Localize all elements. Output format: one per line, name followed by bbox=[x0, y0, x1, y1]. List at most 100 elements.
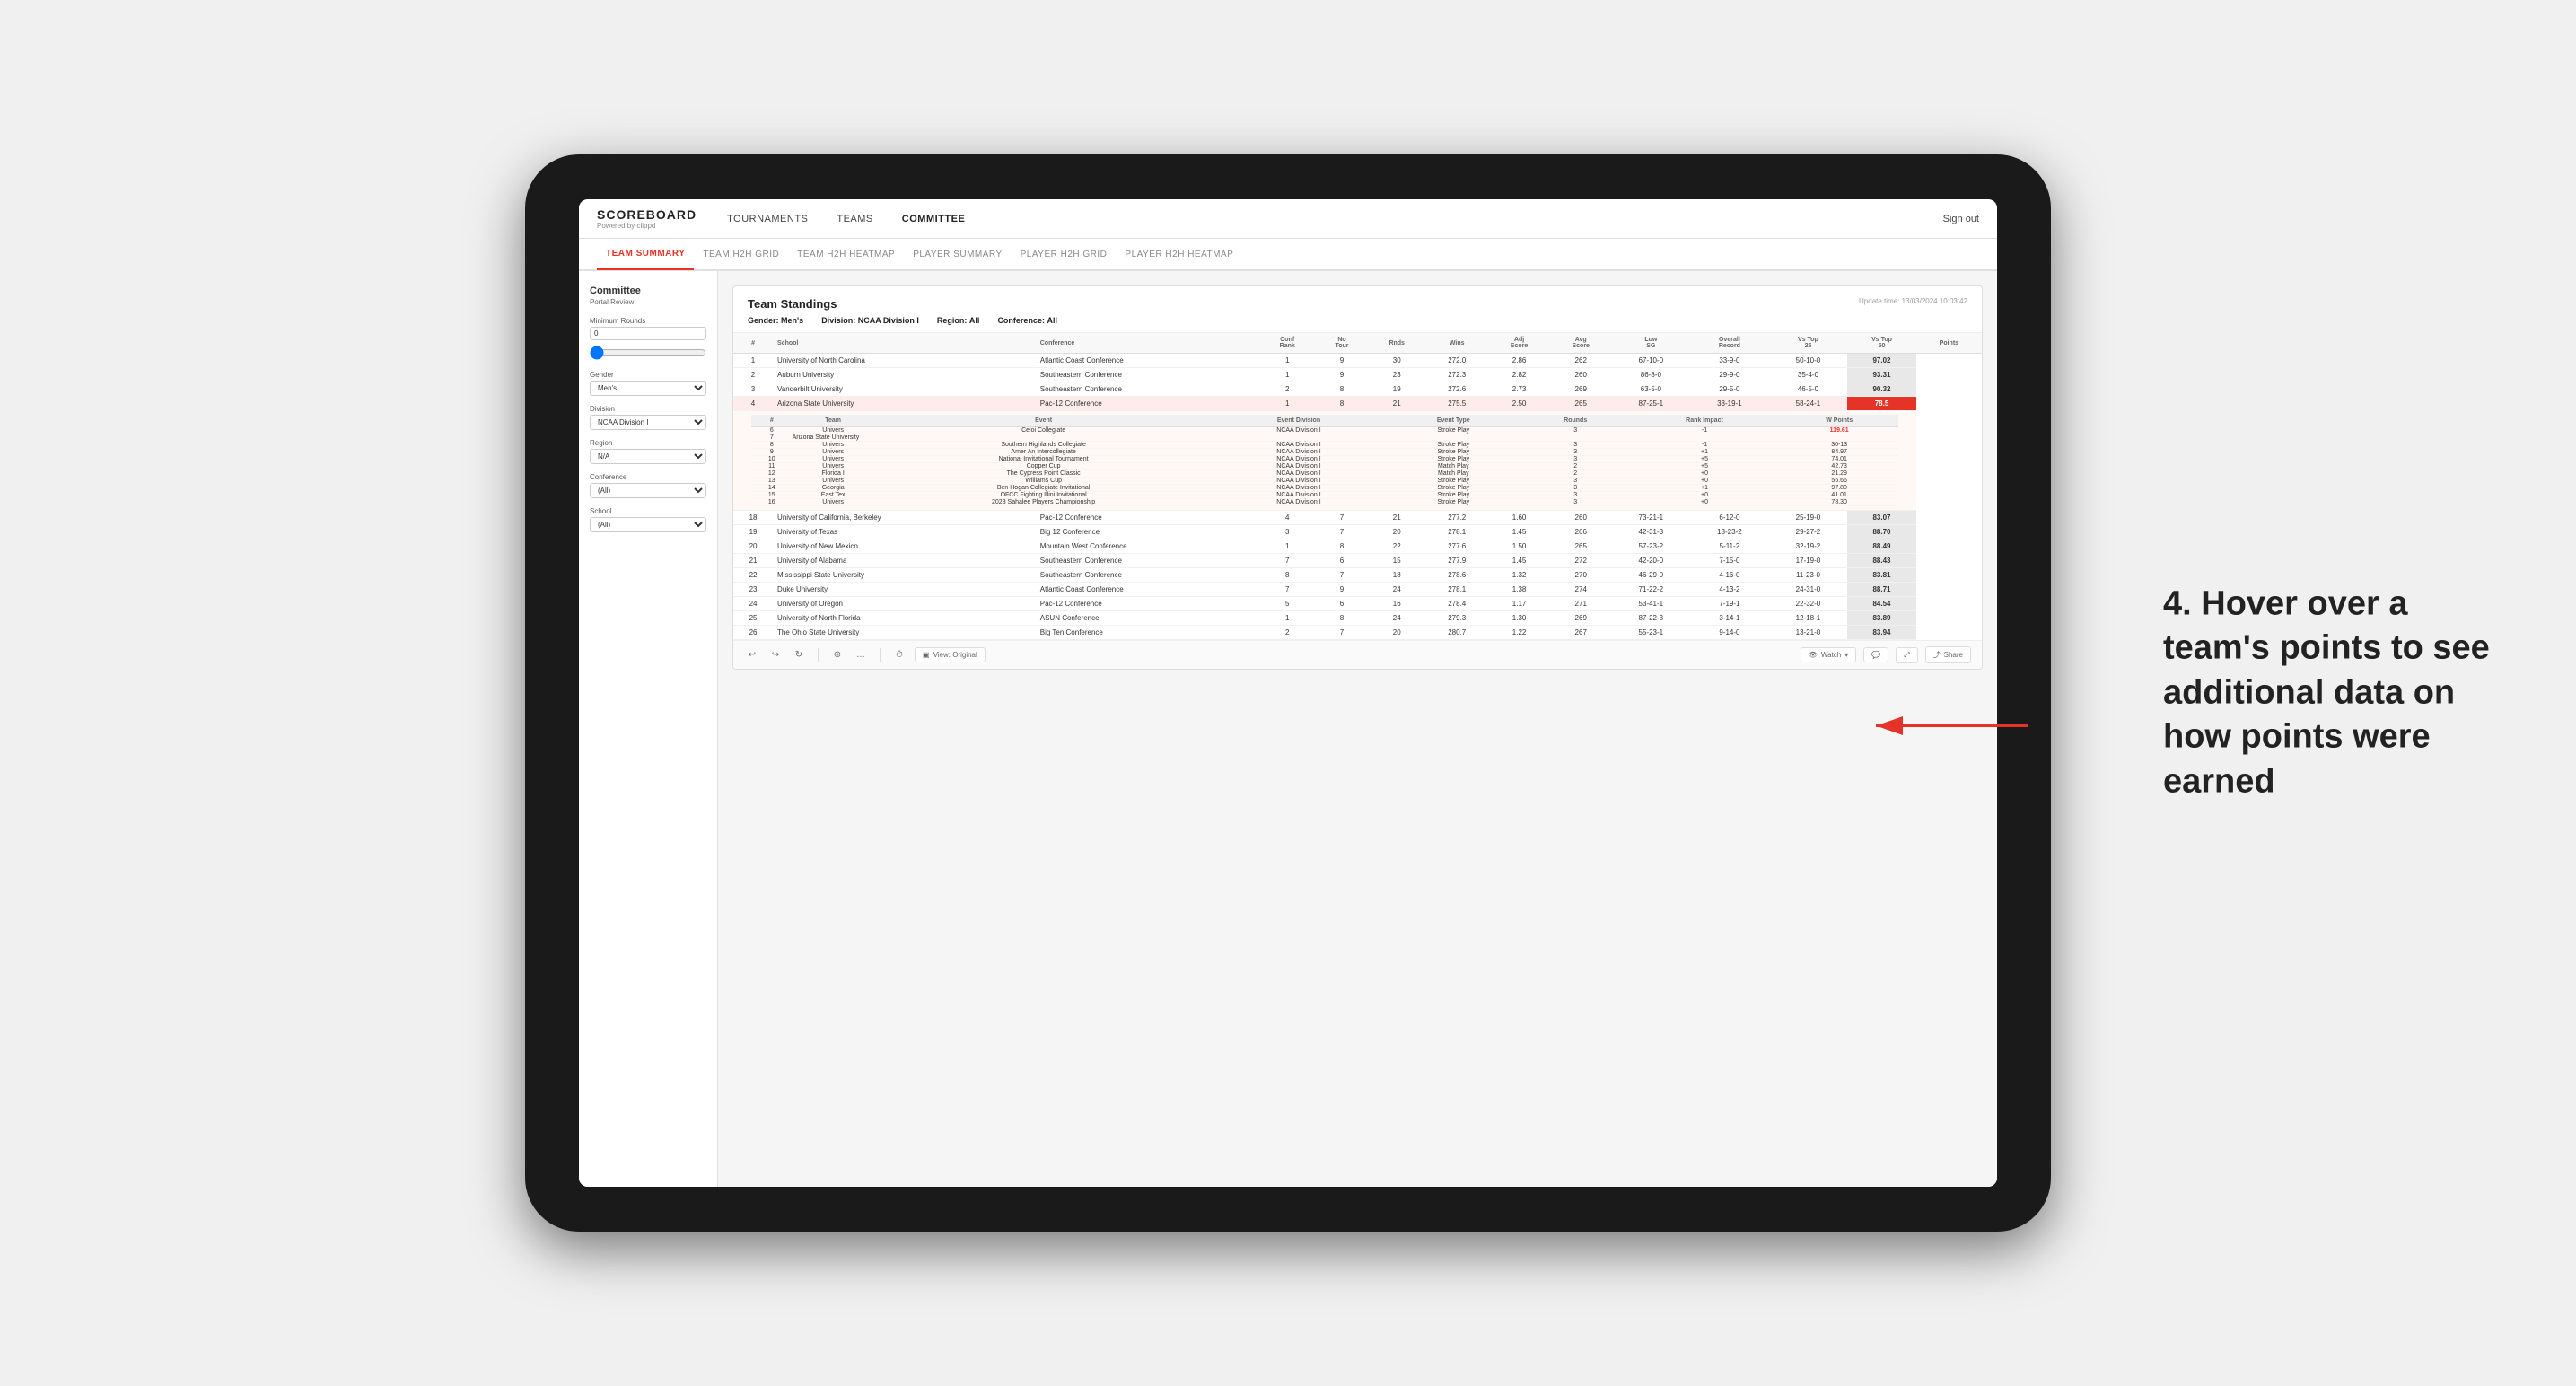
cell-school: University of Texas bbox=[773, 525, 1036, 539]
cell-points[interactable]: 83.81 bbox=[1847, 568, 1916, 583]
table-row: 22 Mississippi State University Southeas… bbox=[733, 568, 1982, 583]
cell-conf-rank: 7 bbox=[1259, 554, 1316, 568]
standings-table: # School Conference ConfRank NoTour Rnds… bbox=[733, 333, 1982, 640]
tab-team-h2h-grid[interactable]: TEAM H2H GRID bbox=[694, 238, 788, 270]
cell-rnds: 19 bbox=[1368, 382, 1425, 397]
cell-points[interactable]: 84.54 bbox=[1847, 597, 1916, 611]
view-original-button[interactable]: ▣ View: Original bbox=[915, 647, 986, 662]
cell-avg: 274 bbox=[1550, 583, 1612, 597]
cell-avg: 267 bbox=[1550, 626, 1612, 640]
cell-avg: 270 bbox=[1550, 568, 1612, 583]
cell-no-tour: 9 bbox=[1316, 354, 1368, 368]
col-vs50: Vs Top50 bbox=[1847, 333, 1916, 354]
cell-points[interactable]: 83.94 bbox=[1847, 626, 1916, 640]
undo-icon[interactable]: ↩ bbox=[744, 647, 760, 663]
tooltip-col-type: Event Type bbox=[1384, 415, 1522, 427]
cell-vs25: 11-23-0 bbox=[1769, 568, 1848, 583]
tab-player-h2h-grid[interactable]: PLAYER H2H GRID bbox=[1012, 238, 1117, 270]
clock-icon[interactable]: ⏱ bbox=[891, 647, 907, 663]
expand-icon: ⤢ bbox=[1904, 651, 1909, 660]
gender-select[interactable]: Men's bbox=[590, 381, 706, 396]
refresh-icon[interactable]: ↻ bbox=[791, 647, 807, 663]
cell-low-sg: 63-5-0 bbox=[1612, 382, 1691, 397]
t-event: Arizona State University bbox=[793, 434, 1898, 442]
cell-low-sg: 57-23-2 bbox=[1612, 539, 1691, 554]
conference-select[interactable]: (All) bbox=[590, 483, 706, 498]
cell-points[interactable]: 83.89 bbox=[1847, 611, 1916, 626]
report-header: Team Standings Gender: Men's Division: N… bbox=[733, 286, 1982, 333]
redo-icon[interactable]: ↪ bbox=[767, 647, 784, 663]
cell-low-sg: 42-31-3 bbox=[1612, 525, 1691, 539]
cell-low-sg: 87-22-3 bbox=[1612, 611, 1691, 626]
more-icon[interactable]: … bbox=[853, 647, 869, 663]
tooltip-table: # Team Event Event Division Event Type R… bbox=[751, 415, 1898, 506]
table-row: 1 University of North Carolina Atlantic … bbox=[733, 354, 1982, 368]
cell-points[interactable]: 88.71 bbox=[1847, 583, 1916, 597]
tab-team-h2h-heatmap[interactable]: TEAM H2H HEATMAP bbox=[788, 238, 904, 270]
cell-adj: 1.38 bbox=[1488, 583, 1550, 597]
cell-points[interactable]: 83.07 bbox=[1847, 511, 1916, 525]
t-wpoints: 97.80 bbox=[1781, 485, 1898, 492]
t-wpoints: 30-13 bbox=[1781, 442, 1898, 449]
t-num: 14 bbox=[751, 485, 793, 492]
t-team: Univers bbox=[793, 427, 874, 434]
cell-points[interactable]: 88.43 bbox=[1847, 554, 1916, 568]
cell-overall: 33-19-1 bbox=[1690, 397, 1769, 411]
t-wpoints: 42.73 bbox=[1781, 463, 1898, 470]
cell-conference: Big Ten Conference bbox=[1036, 626, 1259, 640]
cell-conf-rank: 1 bbox=[1259, 354, 1316, 368]
sign-out-button[interactable]: Sign out bbox=[1932, 214, 1979, 224]
cell-low-sg: 87-25-1 bbox=[1612, 397, 1691, 411]
min-rounds-input[interactable] bbox=[590, 327, 706, 340]
conference-label: Conference bbox=[590, 473, 706, 481]
comment-button[interactable]: 💬 bbox=[1863, 647, 1888, 662]
t-rank: +1 bbox=[1628, 449, 1780, 456]
min-rounds-slider[interactable] bbox=[590, 346, 706, 360]
cell-adj: 2.50 bbox=[1488, 397, 1550, 411]
division-select[interactable]: NCAA Division I bbox=[590, 415, 706, 430]
nav-tournaments[interactable]: TOURNAMENTS bbox=[723, 199, 811, 239]
expand-button[interactable]: ⤢ bbox=[1896, 647, 1917, 663]
filter-conference-label: Conference: bbox=[997, 316, 1045, 325]
watch-button[interactable]: 👁 Watch ▾ bbox=[1801, 647, 1857, 662]
col-no-tour: NoTour bbox=[1316, 333, 1368, 354]
tab-player-h2h-heatmap[interactable]: PLAYER H2H HEATMAP bbox=[1116, 238, 1242, 270]
cell-rank: 3 bbox=[733, 382, 773, 397]
table-row: 25 University of North Florida ASUN Conf… bbox=[733, 611, 1982, 626]
cell-no-tour: 8 bbox=[1316, 397, 1368, 411]
nav-committee[interactable]: COMMITTEE bbox=[898, 199, 969, 239]
cell-points[interactable]: 90.32 bbox=[1847, 382, 1916, 397]
tab-player-summary[interactable]: PLAYER SUMMARY bbox=[904, 238, 1011, 270]
cell-points[interactable]: 88.49 bbox=[1847, 539, 1916, 554]
cell-rank: 18 bbox=[733, 511, 773, 525]
t-rounds: 3 bbox=[1522, 456, 1628, 463]
t-team: Univers bbox=[793, 478, 874, 485]
cell-conference: Southeastern Conference bbox=[1036, 368, 1259, 382]
share-button[interactable]: ⤴ Share bbox=[1925, 646, 1971, 663]
cell-overall: 9-14-0 bbox=[1690, 626, 1769, 640]
cell-rank: 25 bbox=[733, 611, 773, 626]
cell-points[interactable]: 93.31 bbox=[1847, 368, 1916, 382]
tooltip-header-row: # Team Event Event Division Event Type R… bbox=[751, 415, 1898, 427]
watch-label: Watch bbox=[1821, 651, 1841, 659]
t-event: Williams Cup bbox=[874, 478, 1214, 485]
school-select[interactable]: (All) bbox=[590, 517, 706, 532]
cell-no-tour: 6 bbox=[1316, 554, 1368, 568]
cell-points-highlighted[interactable]: 78.5 bbox=[1847, 397, 1916, 411]
content-area: Team Standings Gender: Men's Division: N… bbox=[718, 271, 1997, 1187]
region-select[interactable]: N/A bbox=[590, 449, 706, 464]
cell-school: Auburn University bbox=[773, 368, 1036, 382]
table-row: 19 University of Texas Big 12 Conference… bbox=[733, 525, 1982, 539]
cell-wins: 279.3 bbox=[1425, 611, 1488, 626]
tab-team-summary[interactable]: TEAM SUMMARY bbox=[597, 238, 694, 270]
cell-points[interactable]: 88.70 bbox=[1847, 525, 1916, 539]
cell-wins: 278.1 bbox=[1425, 583, 1488, 597]
t-div: NCAA Division I bbox=[1214, 492, 1385, 499]
cell-points[interactable]: 97.02 bbox=[1847, 354, 1916, 368]
view-label: View: Original bbox=[933, 651, 977, 659]
t-type: Match Play bbox=[1384, 470, 1522, 478]
filter-conference: Conference: All bbox=[997, 316, 1057, 325]
nav-teams[interactable]: TEAMS bbox=[833, 199, 876, 239]
t-team: Univers bbox=[793, 456, 874, 463]
copy-icon[interactable]: ⊕ bbox=[829, 647, 846, 663]
